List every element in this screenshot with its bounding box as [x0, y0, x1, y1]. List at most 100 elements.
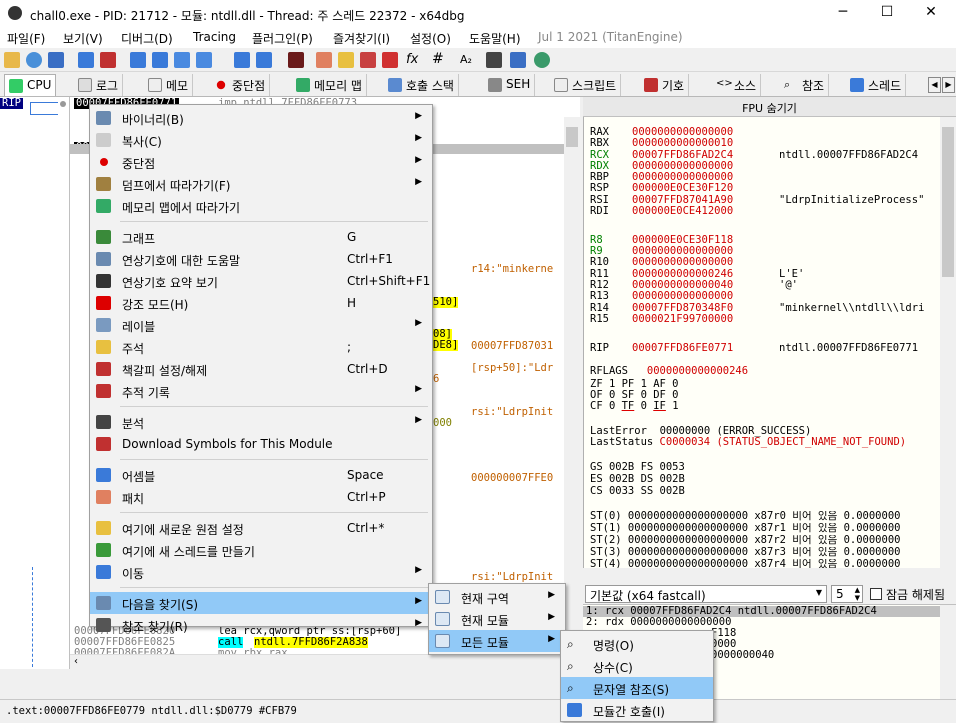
menu-item-19[interactable]: 이동 ▶	[90, 561, 432, 583]
tab-breakpoints[interactable]: 중단점	[210, 74, 271, 96]
open-icon[interactable]	[4, 52, 20, 68]
register-r9[interactable]: R9 0000000000000000	[590, 246, 940, 257]
tab-source[interactable]: <> 소스	[712, 74, 762, 96]
execute-till-return-icon[interactable]	[234, 52, 250, 68]
segment-row[interactable]: ES 002B DS 002B	[590, 474, 685, 485]
menu-item-14[interactable]: Download Symbols for This Module	[90, 433, 432, 455]
menu-item-21[interactable]: 참조 찾기(R) ▶	[90, 614, 432, 636]
tab-symbols[interactable]: 기호	[640, 74, 690, 96]
disasm-vertical-scrollbar[interactable]	[564, 117, 580, 654]
tab-references[interactable]: ⌕ 참조	[780, 74, 830, 96]
menu-item-3[interactable]: 덤프에서 따라가기(F) ▶	[90, 173, 432, 195]
menu-tracing[interactable]: Tracing	[193, 30, 236, 44]
menu-string-references[interactable]: ⌕ 문자열 참조(S)	[561, 677, 713, 699]
scylla-icon[interactable]	[288, 52, 304, 68]
register-value[interactable]: 0000000000000040	[632, 280, 779, 291]
st-register[interactable]: ST(1) 0000000000000000000 x87r1 비어 있음 0.…	[590, 523, 940, 534]
register-rbx[interactable]: RBX 0000000000000010	[590, 138, 940, 149]
functions-icon[interactable]: fx	[406, 52, 418, 67]
register-value[interactable]: 0000000000000010	[632, 138, 779, 149]
menu-file[interactable]: 파일(F)	[7, 30, 45, 47]
register-rdi[interactable]: RDI 000000E0CE412000	[590, 206, 940, 217]
tab-scroll-left[interactable]: ◀	[928, 77, 941, 93]
menu-item-9[interactable]: 레이블 ▶	[90, 314, 432, 336]
menu-item-0[interactable]: 바이너리(B) ▶	[90, 107, 432, 129]
trace-into-icon[interactable]	[174, 52, 190, 68]
register-r13[interactable]: R13 0000000000000000	[590, 291, 940, 302]
menu-current-module[interactable]: 현재 모듈 ▶	[429, 608, 565, 630]
menu-current-region[interactable]: 현재 구역 ▶	[429, 586, 565, 608]
registers-scrollbar[interactable]	[940, 117, 956, 577]
menu-item-17[interactable]: 여기에 새로운 원점 설정 Ctrl+*	[90, 517, 432, 539]
cmd-icon[interactable]	[510, 52, 526, 68]
register-value[interactable]: 00007FFD87041A90	[632, 195, 779, 206]
register-rip[interactable]: RIP 00007FFD86FE0771 ntdll.00007FFD86FE077…	[590, 343, 940, 354]
register-r8[interactable]: R8 000000E0CE30F118	[590, 235, 940, 246]
disasm-horizontal-scrollbar[interactable]: ‹ ›	[70, 654, 580, 669]
st-register[interactable]: ST(0) 0000000000000000000 x87r0 비어 있음 0.…	[590, 511, 940, 522]
registers-hscrollbar[interactable]	[583, 568, 940, 577]
register-value[interactable]: 0000000000000000	[632, 257, 779, 268]
menu-item-12[interactable]: 추적 기록 ▶	[90, 380, 432, 402]
bp-dot[interactable]	[60, 101, 66, 107]
comments-icon[interactable]	[338, 52, 354, 68]
menu-item-7[interactable]: 연상기호 요약 보기 Ctrl+Shift+F1	[90, 270, 432, 292]
menu-item-16[interactable]: 패치 Ctrl+P	[90, 486, 432, 508]
calculator-icon[interactable]	[486, 52, 502, 68]
register-value[interactable]: 0000000000000000	[632, 246, 779, 257]
register-value[interactable]: 0000000000000000	[632, 161, 779, 172]
font-icon[interactable]: A₂	[460, 53, 472, 66]
register-rsp[interactable]: RSP 000000E0CE30F120	[590, 183, 940, 194]
calling-convention-select[interactable]: 기본값 (x64 fastcall) ▼	[585, 585, 827, 603]
register-r15[interactable]: R15 0000021F99700000	[590, 314, 940, 325]
patch-icon[interactable]	[316, 52, 332, 68]
segment-row[interactable]: CS 0033 SS 002B	[590, 486, 685, 497]
st-register[interactable]: ST(2) 0000000000000000000 x87r2 비어 있음 0.…	[590, 535, 940, 546]
tab-call-stack[interactable]: 호출 스택	[384, 74, 459, 96]
menu-options[interactable]: 설정(O)	[410, 30, 451, 47]
step-into-icon[interactable]	[130, 52, 146, 68]
register-value[interactable]: 0000021F99700000	[632, 314, 779, 325]
menu-view[interactable]: 보기(V)	[63, 30, 103, 47]
register-rsi[interactable]: RSI 00007FFD87041A90 "LdrpInitializeProces…	[590, 195, 940, 206]
tab-memory-map[interactable]: 메모리 맵	[292, 74, 367, 96]
scroll-thumb[interactable]	[942, 127, 954, 277]
register-r14[interactable]: R14 00007FFD870348F0 "minkernel\\ntdll\\ld…	[590, 303, 940, 314]
run-icon[interactable]	[78, 52, 94, 68]
menu-item-8[interactable]: 강조 모드(H) H	[90, 292, 432, 314]
tab-script[interactable]: 스크립트	[550, 74, 622, 96]
hash-icon[interactable]: #	[432, 51, 444, 67]
register-rcx[interactable]: RCX 00007FFD86FAD2C4 ntdll.00007FFD86FAD2C…	[590, 150, 940, 161]
trace-over-icon[interactable]	[196, 52, 212, 68]
menu-constant[interactable]: ⌕ 상수(C)	[561, 655, 713, 677]
menu-help[interactable]: 도움말(H)	[469, 30, 521, 47]
register-value[interactable]: 00007FFD86FE0771	[632, 343, 779, 354]
minimize-button[interactable]: ─	[828, 4, 858, 20]
argument-row[interactable]: 2: rdx 0000000000000000	[586, 617, 731, 628]
menu-item-5[interactable]: 그래프 G	[90, 226, 432, 248]
register-value[interactable]: 0000000000000246	[632, 269, 779, 280]
register-r11[interactable]: R11 0000000000000246 L'Ȇ'	[590, 269, 940, 280]
register-value[interactable]: 0000000000000000	[632, 127, 779, 138]
menu-item-4[interactable]: 메모리 맵에서 따라가기	[90, 195, 432, 217]
register-value[interactable]: 0000000000000000	[632, 291, 779, 302]
menu-command[interactable]: ⌕ 명령(O)	[561, 633, 713, 655]
menu-item-6[interactable]: 연상기호에 대한 도움말 Ctrl+F1	[90, 248, 432, 270]
globe-icon[interactable]	[534, 52, 550, 68]
register-rbp[interactable]: RBP 0000000000000000	[590, 172, 940, 183]
spinner-arrows-icon[interactable]: ▲ ▼	[855, 586, 860, 602]
lock-checkbox[interactable]	[870, 588, 882, 600]
flags-row-3[interactable]: CF 0 TF 0 IF 1	[590, 401, 679, 412]
arguments-scrollbar[interactable]	[940, 605, 956, 700]
run-to-user-code-icon[interactable]	[256, 52, 272, 68]
menu-item-10[interactable]: 주석;	[90, 336, 432, 358]
stop-icon[interactable]	[48, 52, 64, 68]
argument-row[interactable]: 0000000040	[711, 650, 774, 661]
menu-item-2[interactable]: 중단점 ▶	[90, 151, 432, 173]
labels-icon[interactable]	[360, 52, 376, 68]
tab-notes[interactable]: 메모	[144, 74, 194, 96]
menu-item-18[interactable]: 여기에 새 스레드를 만들기	[90, 539, 432, 561]
register-value[interactable]: 00007FFD870348F0	[632, 303, 779, 314]
register-value[interactable]: 0000000000000000	[632, 172, 779, 183]
register-rax[interactable]: RAX 0000000000000000	[590, 127, 940, 138]
